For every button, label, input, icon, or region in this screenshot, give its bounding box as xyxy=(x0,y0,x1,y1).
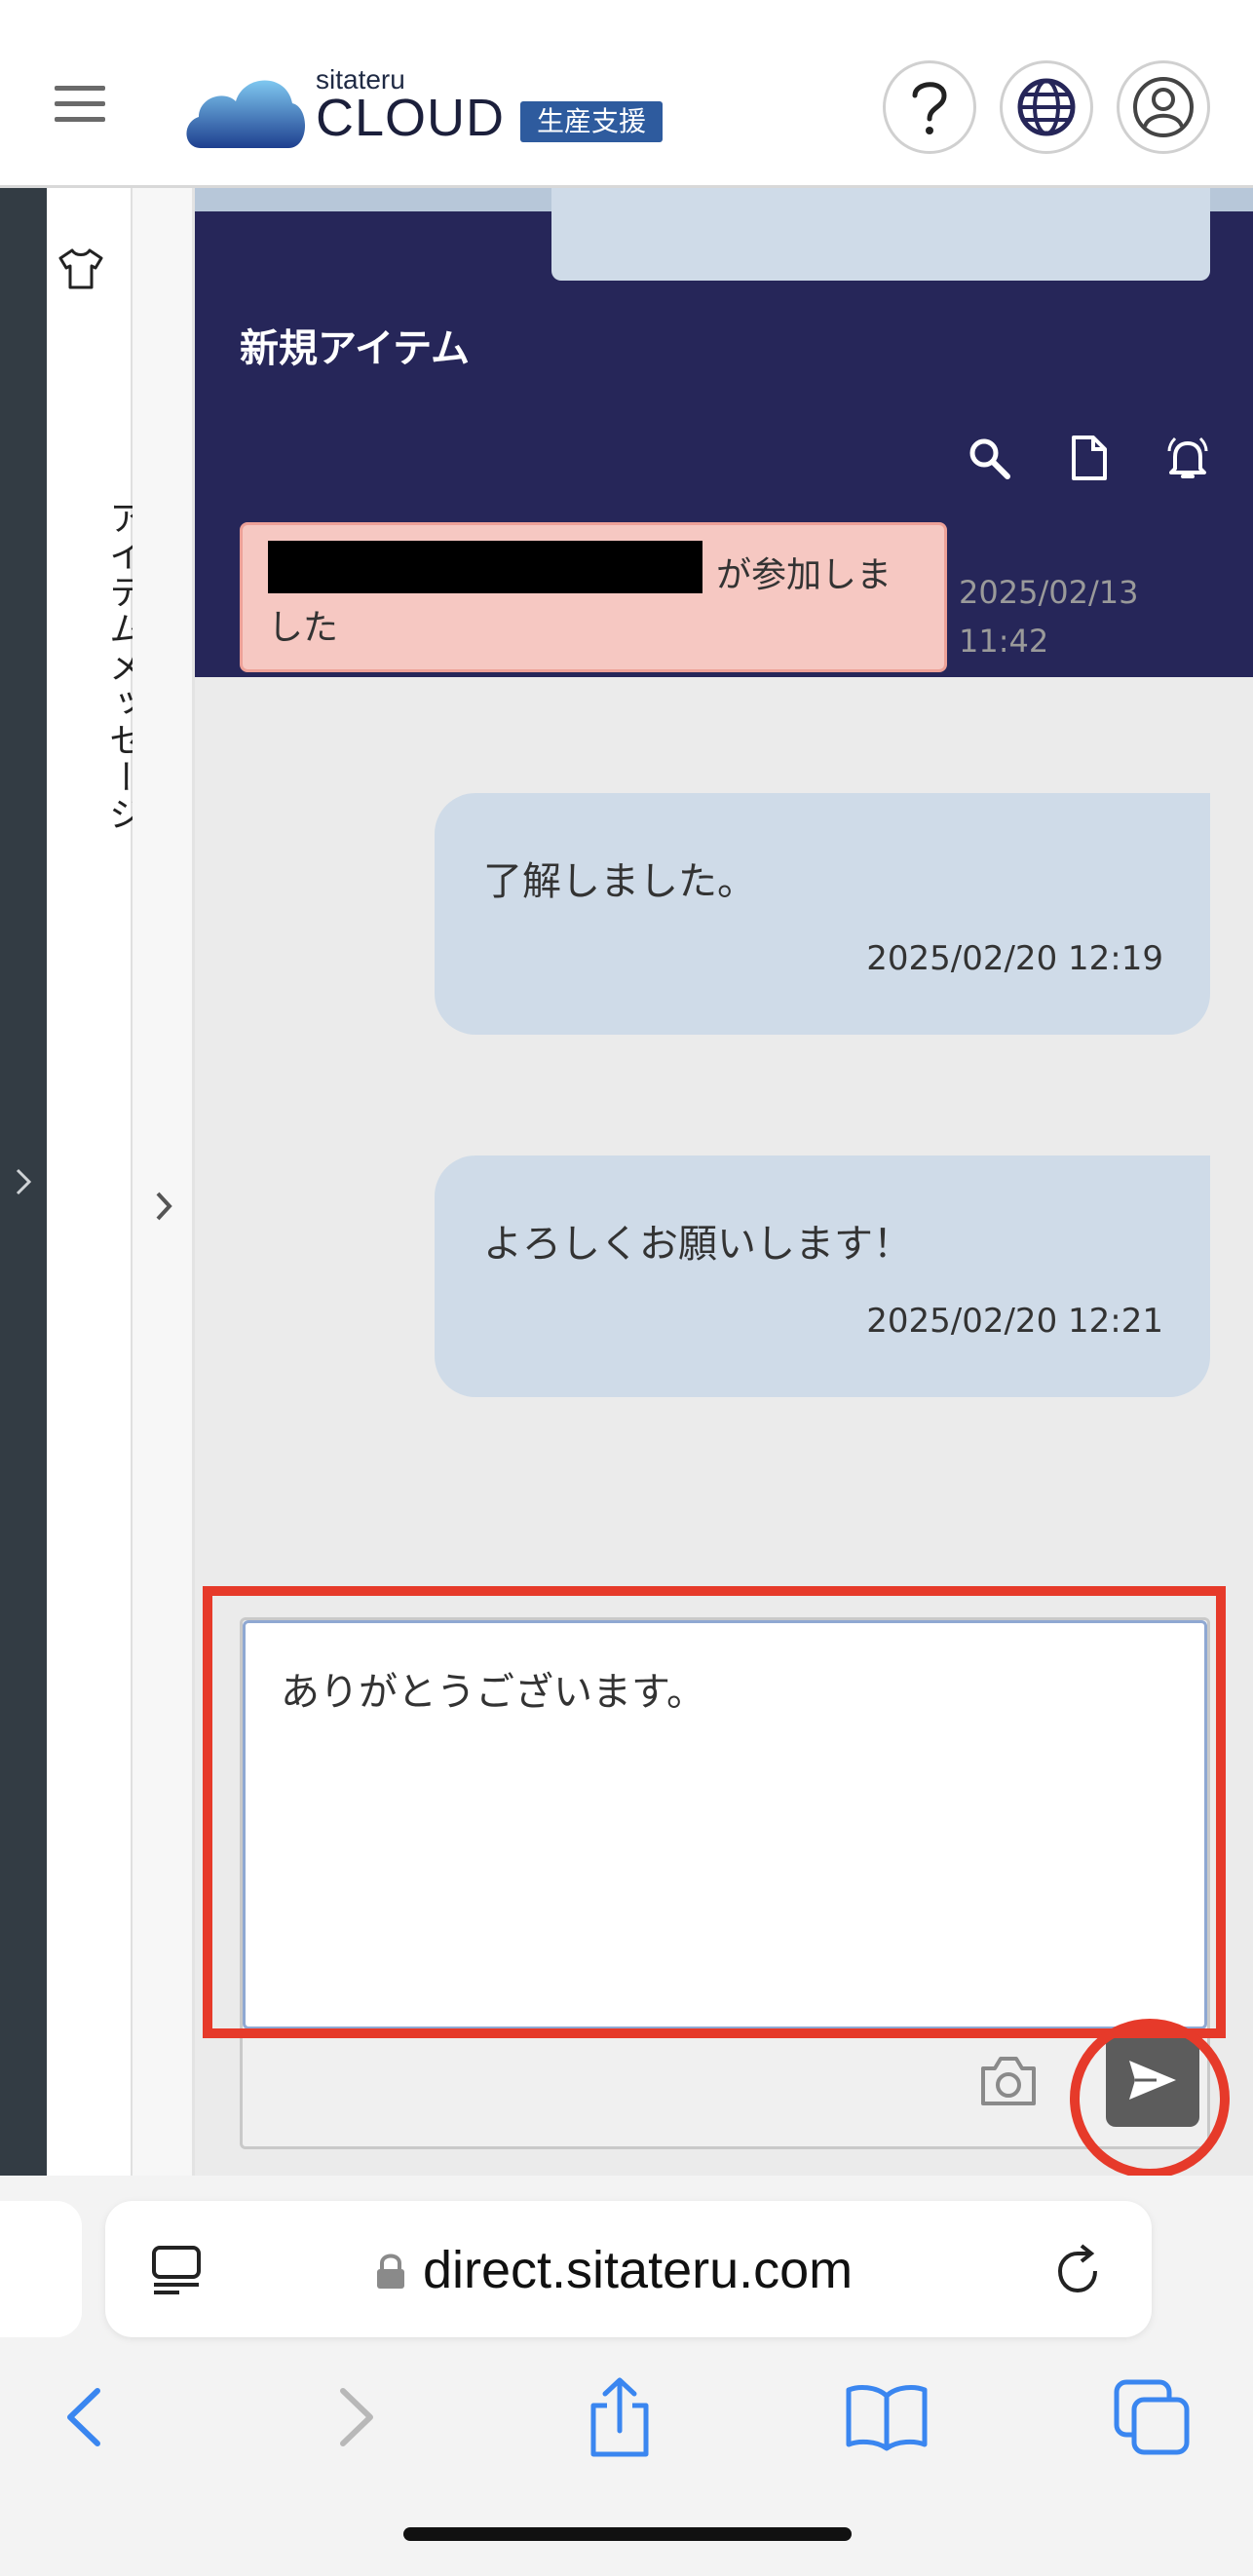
logo-wordmark: CLOUD xyxy=(316,89,506,147)
forward-button[interactable] xyxy=(310,2370,403,2464)
share-button[interactable] xyxy=(573,2370,666,2464)
search-icon[interactable] xyxy=(965,434,1013,482)
book-icon xyxy=(846,2385,928,2451)
collapsed-nav-rail[interactable] xyxy=(0,188,47,2176)
browser-toolbar: direct.sitateru.com xyxy=(0,2176,1253,2576)
help-button[interactable] xyxy=(883,60,976,154)
message-timestamp: 2025/02/20 12:19 xyxy=(866,939,1163,978)
document-icon[interactable] xyxy=(1064,434,1113,482)
tabs-icon xyxy=(1114,2379,1190,2455)
page-menu-icon[interactable] xyxy=(150,2244,203,2296)
dropdown-card xyxy=(551,188,1210,281)
system-message-text-cont: した xyxy=(268,608,339,648)
previous-tab-preview[interactable] xyxy=(0,2201,82,2337)
lock-icon xyxy=(377,2254,404,2289)
globe-icon xyxy=(1017,78,1076,136)
bookmarks-button[interactable] xyxy=(840,2370,933,2464)
user-avatar-icon xyxy=(1133,77,1194,137)
chevron-right-icon xyxy=(16,1168,32,1195)
back-chevron-icon xyxy=(67,2388,100,2446)
camera-icon[interactable] xyxy=(977,2053,1040,2109)
language-button[interactable] xyxy=(1000,60,1093,154)
message-bubble[interactable]: 了解しました。 2025/02/20 12:19 xyxy=(435,793,1210,1035)
hamburger-menu-icon[interactable] xyxy=(51,86,109,125)
question-mark-icon xyxy=(912,82,947,134)
item-sidebar: アイテムメッセージ xyxy=(47,188,143,2176)
redacted-username xyxy=(268,541,702,593)
url-text: direct.sitateru.com xyxy=(423,2241,854,2299)
message-text: よろしくお願いします！ xyxy=(483,1222,912,1267)
system-message-text: が参加しま xyxy=(716,555,892,595)
logo-badge: 生産支援 xyxy=(520,101,663,142)
cloud-logo-icon xyxy=(186,80,306,148)
highlight-annotation-circle xyxy=(1070,2019,1230,2178)
account-button[interactable] xyxy=(1117,60,1210,154)
item-title: 新規アイテム xyxy=(240,326,470,371)
chevron-right-icon[interactable] xyxy=(150,1188,177,1225)
back-button[interactable] xyxy=(37,2370,131,2464)
shirt-icon[interactable] xyxy=(57,246,105,291)
highlight-annotation-box xyxy=(203,1586,1226,2038)
reload-icon[interactable] xyxy=(1050,2242,1107,2298)
share-icon xyxy=(590,2377,649,2457)
message-timestamp: 2025/02/20 12:21 xyxy=(866,1302,1163,1341)
notification-bell-icon[interactable] xyxy=(1163,434,1212,482)
tabs-button[interactable] xyxy=(1105,2370,1198,2464)
message-text: 了解しました。 xyxy=(483,859,756,904)
forward-chevron-icon xyxy=(340,2388,373,2446)
system-message-timestamp: 2025/02/13 11:42 xyxy=(959,574,1139,660)
sitateru-cloud-logo[interactable]: sitateru CLOUD 生産支援 xyxy=(181,64,668,152)
sidebar-expand-strip[interactable] xyxy=(133,188,195,2176)
system-join-message: が参加しま した xyxy=(240,522,947,672)
app-header: sitateru CLOUD 生産支援 xyxy=(0,0,1253,188)
address-bar[interactable]: direct.sitateru.com xyxy=(105,2201,1152,2337)
home-indicator xyxy=(403,2527,852,2541)
message-bubble[interactable]: よろしくお願いします！ 2025/02/20 12:21 xyxy=(435,1155,1210,1397)
